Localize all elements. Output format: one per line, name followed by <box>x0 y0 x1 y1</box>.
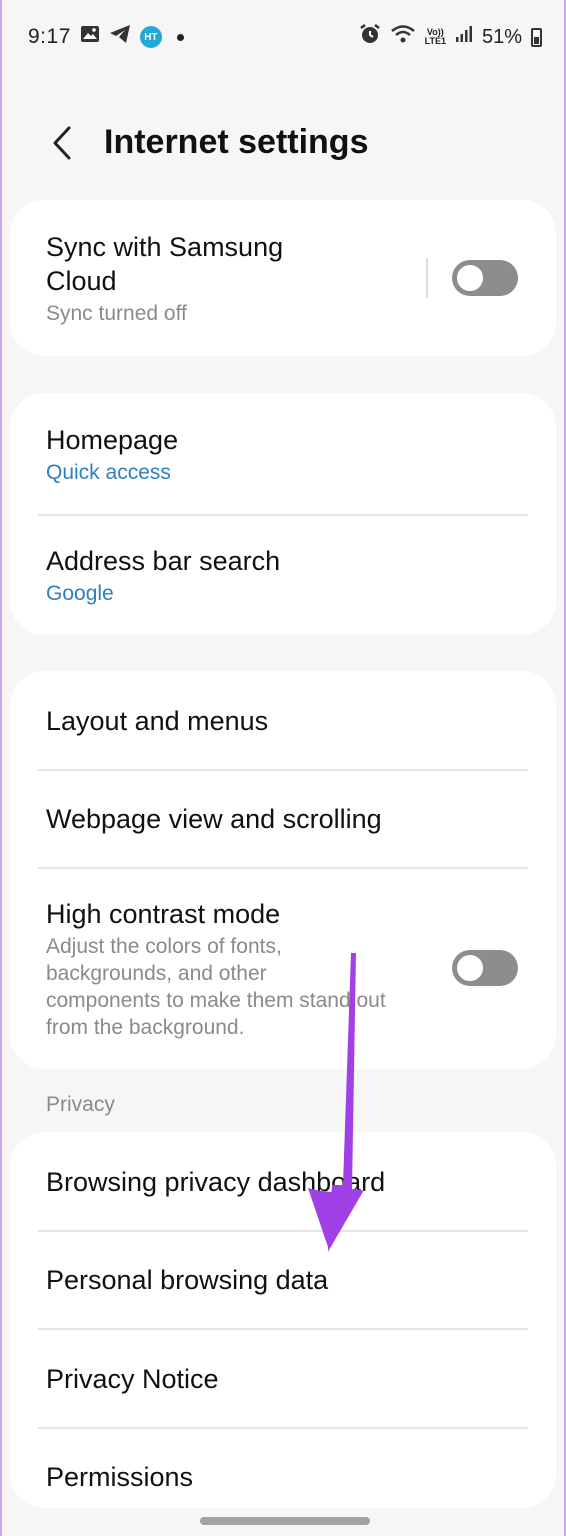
notification-dot-icon <box>176 33 184 41</box>
home-indicator[interactable] <box>200 1517 370 1525</box>
homepage-value: Quick access <box>46 461 171 484</box>
wifi-icon <box>390 24 416 50</box>
signal-icon <box>455 25 473 49</box>
webpage-view-row[interactable]: Webpage view and scrolling <box>10 802 556 836</box>
privacy-notice-title: Privacy Notice <box>46 1364 219 1394</box>
status-time: 9:17 <box>28 25 71 48</box>
divider <box>38 769 528 771</box>
privacy-dashboard-row[interactable]: Browsing privacy dashboard <box>10 1165 556 1199</box>
layout-menus-title: Layout and menus <box>46 706 269 736</box>
high-contrast-toggle-knob <box>455 953 485 983</box>
sync-title: Sync with Samsung Cloud <box>46 232 284 296</box>
volte-bottom: LTE1 <box>424 36 446 46</box>
telegram-icon <box>109 24 131 50</box>
high-contrast-title: High contrast mode <box>46 899 281 929</box>
divider <box>38 867 528 869</box>
permissions-title: Permissions <box>46 1462 194 1492</box>
sync-toggle-knob <box>455 263 485 293</box>
battery-percent: 51% <box>481 25 522 48</box>
sync-toggle[interactable] <box>452 260 518 296</box>
sync-card: Sync with Samsung Cloud Sync turned off <box>10 200 556 356</box>
chevron-left-icon <box>53 126 71 159</box>
ht-badge-icon: HT <box>139 26 162 48</box>
privacy-card: Browsing privacy dashboard Personal brow… <box>10 1132 556 1508</box>
status-bar-right: Vo)) LTE1 51% <box>359 23 542 51</box>
divider <box>38 1230 528 1232</box>
sync-divider <box>426 258 428 298</box>
permissions-row[interactable]: Permissions <box>10 1460 556 1494</box>
divider <box>38 1427 528 1429</box>
layout-menus-row[interactable]: Layout and menus <box>10 704 556 738</box>
page-header: Internet settings <box>2 105 564 180</box>
divider <box>38 514 528 516</box>
homepage-row[interactable]: Homepage Quick access <box>10 423 556 486</box>
high-contrast-toggle[interactable] <box>452 950 518 986</box>
privacy-section-label: Privacy <box>46 1093 115 1116</box>
display-card: Layout and menus Webpage view and scroll… <box>10 671 556 1069</box>
image-icon <box>80 25 100 49</box>
battery-icon <box>531 27 542 47</box>
privacy-notice-row[interactable]: Privacy Notice <box>10 1362 556 1396</box>
page-title: Internet settings <box>104 123 369 161</box>
back-button[interactable] <box>42 123 82 163</box>
high-contrast-description: Adjust the colors of fonts, backgrounds,… <box>46 935 386 1039</box>
address-bar-value: Google <box>46 582 114 605</box>
general-card: Homepage Quick access Address bar search… <box>10 393 556 635</box>
personal-browsing-data-title: Personal browsing data <box>46 1265 329 1295</box>
address-bar-row[interactable]: Address bar search Google <box>10 544 556 607</box>
divider <box>38 1328 528 1330</box>
personal-browsing-data-row[interactable]: Personal browsing data <box>10 1263 556 1297</box>
alarm-icon <box>359 23 381 51</box>
address-bar-title: Address bar search <box>46 546 281 576</box>
status-bar: 9:17 HT Vo)) LTE1 51% <box>2 0 564 74</box>
volte-indicator: Vo)) LTE1 <box>425 28 446 46</box>
webpage-view-title: Webpage view and scrolling <box>46 804 382 834</box>
privacy-dashboard-title: Browsing privacy dashboard <box>46 1167 386 1197</box>
homepage-title: Homepage <box>46 425 179 455</box>
sync-subtitle: Sync turned off <box>46 302 187 325</box>
status-bar-left: 9:17 HT <box>28 24 184 50</box>
